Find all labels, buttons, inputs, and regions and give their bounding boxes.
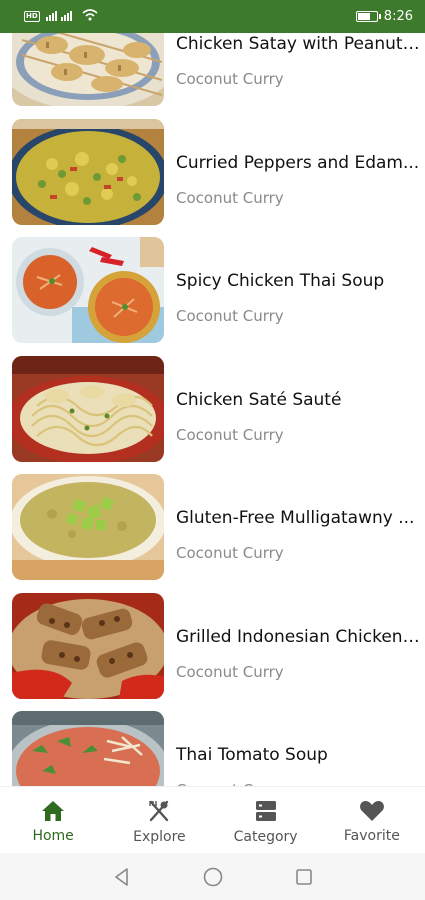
recipe-thumbnail[interactable] [12,237,164,343]
nav-explore-label: Explore [133,829,186,845]
home-circle-icon[interactable] [202,866,224,888]
category-icon [254,799,278,823]
recipe-list-item[interactable]: Grilled Indonesian Chicken ... Coconut Cu… [0,583,425,702]
mulligatawny-photo [12,474,164,580]
nav-explore[interactable]: Explore [106,787,212,853]
recipe-title: Spicy Chicken Thai Soup [176,271,385,291]
recipe-list-item[interactable]: Thai Tomato SoupCoconut Curry [0,701,425,786]
recipe-title: Curried Peppers and Edam... [176,152,420,173]
recipe-text: Grilled Indonesian Chicken ... Coconut Cu… [176,627,421,681]
recipe-thumbnail[interactable] [12,33,164,106]
recipe-text: Chicken Saté Sauté Coconut Curry [176,390,421,444]
wifi-icon [82,8,98,25]
signal-icon [45,9,76,25]
recipe-category: Coconut Curry [176,662,284,681]
recipe-text: Curried Peppers and Edam... Coconut Curry [176,153,421,207]
recipe-category: Coconut Curry [176,188,284,207]
recipe-category: Coconut Curry [176,544,284,562]
home-icon [41,800,65,822]
recipe-thumbnail[interactable] [12,592,164,699]
bottom-nav: Home Explore Category Favorite [0,786,425,853]
recipe-thumbnail[interactable] [12,711,164,786]
recipe-text: Thai Tomato SoupCoconut Curry [176,745,421,786]
sate-saute-photo [12,355,164,462]
recipe-list-item[interactable]: Spicy Chicken Thai Soup Coconut Curry [0,227,425,346]
recipe-title: Grilled Indonesian Chicken ... [176,626,421,647]
heart-icon [359,800,385,822]
nav-category-label: Category [233,829,298,845]
system-nav-bar [0,853,425,900]
thai-soup-photo [12,237,164,343]
recipe-list-item[interactable]: Chicken Satay with Peanut ... Coconut Cur… [0,33,425,109]
recipe-category: Coconut Curry [176,425,284,444]
recipe-category: Coconut Curry [176,70,284,88]
recipe-category: Coconut Curry [176,307,284,325]
nav-favorite[interactable]: Favorite [319,787,425,853]
recipe-title: Gluten-Free Mulligatawny ... [176,508,415,528]
recipe-thumbnail[interactable] [12,474,164,580]
recipe-title: Chicken Saté Sauté [176,389,342,410]
curried-peppers-photo [12,118,164,225]
recipe-list-item[interactable]: Chicken Saté Sauté Coconut Curry [0,346,425,465]
utensils-icon [147,799,171,823]
recipe-thumbnail[interactable] [12,118,164,225]
status-right: 8:26 [355,9,413,24]
recipe-text: Gluten-Free Mulligatawny ... Coconut Curr… [176,508,421,562]
nav-home[interactable]: Home [0,787,106,853]
recipe-list[interactable]: Chicken Satay with Peanut ... Coconut Cur… [0,33,425,786]
recipe-list-item[interactable]: Curried Peppers and Edam... Coconut Curry [0,109,425,228]
recipe-text: Chicken Satay with Peanut ... Coconut Cur… [176,34,421,88]
satay-photo [12,33,164,106]
nav-favorite-label: Favorite [343,828,400,844]
recipe-title: Chicken Satay with Peanut ... [176,34,421,54]
nav-home-label: Home [32,828,74,844]
recipe-thumbnail[interactable] [12,355,164,462]
recents-icon[interactable] [294,867,314,887]
back-icon[interactable] [112,867,132,887]
tomato-soup-photo [12,711,164,786]
status-left: HD [24,8,98,25]
status-bar: HD 8:26 [0,0,425,33]
network-badge: HD [24,11,40,22]
indonesian-chicken-photo [12,592,164,699]
recipe-title: Thai Tomato Soup [176,745,328,765]
clock: 8:26 [383,9,413,24]
battery-icon [355,11,381,22]
recipe-text: Spicy Chicken Thai Soup Coconut Curry [176,271,421,325]
recipe-list-item[interactable]: Gluten-Free Mulligatawny ... Coconut Curr… [0,464,425,583]
nav-category[interactable]: Category [213,787,319,853]
